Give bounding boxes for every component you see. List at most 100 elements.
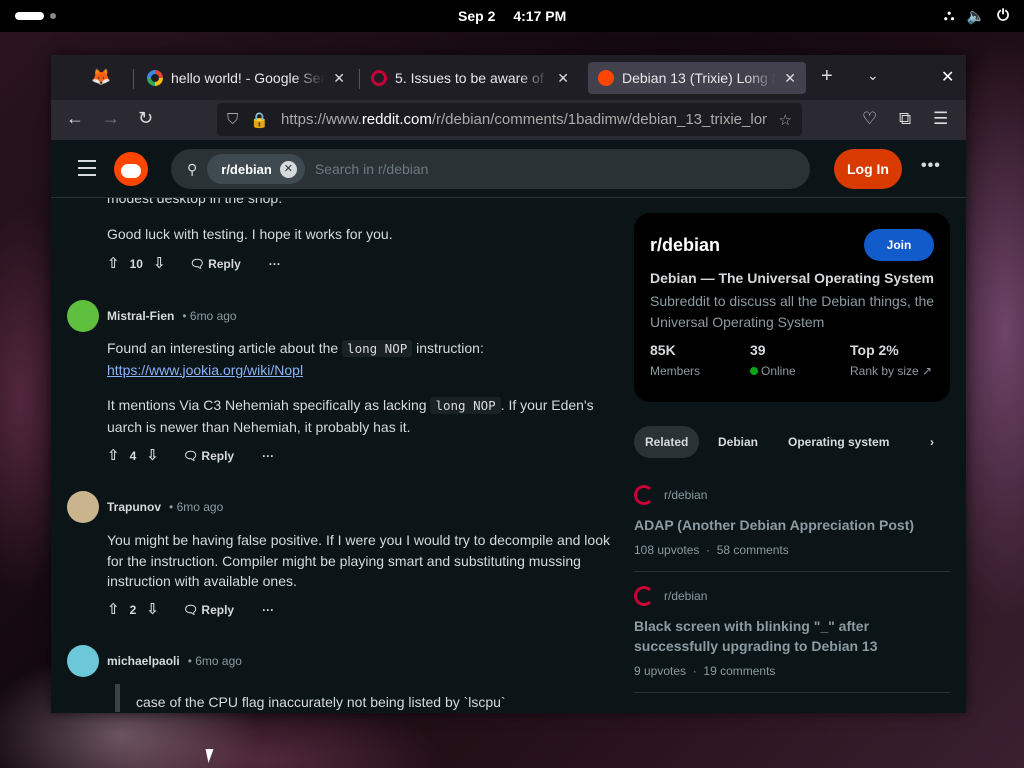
reload-icon[interactable]: ↻ bbox=[138, 108, 153, 129]
extensions-icon[interactable]: ⧉ bbox=[899, 109, 911, 129]
more-icon[interactable]: ··· bbox=[262, 600, 274, 621]
volume-icon: 🔈 bbox=[966, 8, 986, 25]
more-icon[interactable]: ··· bbox=[262, 446, 274, 467]
tab-reddit-active[interactable]: Debian 13 (Trixie) Long NOP ✕ bbox=[588, 62, 806, 94]
url-text[interactable]: https://www.reddit.com/r/debian/comments… bbox=[281, 111, 767, 128]
tab-title: 5. Issues to be aware of for Debian 13 bbox=[395, 70, 549, 86]
vote-count: 10 bbox=[129, 257, 143, 271]
url-bar[interactable]: ⛉ 🔒 https://www.reddit.com/r/debian/comm… bbox=[217, 103, 802, 136]
search-icon: ⚲ bbox=[187, 160, 198, 177]
author-name[interactable]: Trapunov bbox=[107, 497, 161, 518]
app-menu-icon[interactable]: ☰ bbox=[933, 109, 948, 129]
lock-icon[interactable]: 🔒 bbox=[250, 111, 269, 129]
downvote-icon[interactable]: ⇩ bbox=[146, 446, 159, 467]
debian-icon bbox=[634, 485, 654, 505]
community-description: Subreddit to discuss all the Debian thin… bbox=[650, 293, 935, 330]
network-icon: ⛬ bbox=[943, 7, 955, 24]
comment-text: It mentions Via C3 Nehemiah specifically… bbox=[107, 397, 594, 435]
vote-count: 2 bbox=[129, 603, 137, 617]
tab-google[interactable]: hello world! - Google Search ✕ bbox=[137, 62, 355, 94]
post-meta: 108 upvotes · 58 comments bbox=[634, 543, 789, 557]
upvote-icon[interactable]: ⇧ bbox=[107, 254, 120, 275]
clear-chip-icon[interactable]: ✕ bbox=[279, 160, 297, 178]
subreddit-chip[interactable]: r/debian ✕ bbox=[207, 154, 305, 184]
close-tab-icon[interactable]: ✕ bbox=[784, 70, 796, 87]
rank-stat: Top 2% Rank by size ↗ bbox=[850, 342, 933, 378]
vote-count: 4 bbox=[129, 449, 137, 463]
tab-operating-system[interactable]: Operating system bbox=[788, 426, 889, 458]
time-label: 4:17 PM bbox=[513, 8, 567, 24]
tab-debian-issues[interactable]: 5. Issues to be aware of for Debian 13 ✕ bbox=[361, 62, 579, 94]
window-close-icon[interactable]: ✕ bbox=[941, 67, 954, 87]
firefox-window: 🦊 hello world! - Google Search ✕ 5. Issu… bbox=[51, 55, 966, 713]
bookmark-star-icon[interactable]: ☆ bbox=[779, 111, 792, 129]
external-link-icon[interactable]: ↗ bbox=[922, 364, 932, 378]
members-stat: 85K Members bbox=[650, 342, 701, 378]
comment-text: Found an interesting article about the l… bbox=[107, 340, 484, 378]
reply-button[interactable]: 🗨 Reply bbox=[183, 600, 234, 621]
forward-icon[interactable]: → bbox=[102, 108, 120, 129]
reply-button[interactable]: 🗨 Reply bbox=[183, 446, 234, 467]
upvote-icon[interactable]: ⇧ bbox=[107, 446, 120, 467]
chevron-right-icon[interactable]: › bbox=[930, 426, 934, 458]
debian-icon bbox=[634, 586, 654, 606]
tab-debian[interactable]: Debian bbox=[718, 426, 758, 458]
more-icon[interactable]: ··· bbox=[269, 254, 281, 275]
tab-related[interactable]: Related bbox=[634, 426, 700, 458]
login-button[interactable]: Log In bbox=[834, 149, 902, 189]
avatar[interactable] bbox=[67, 491, 99, 523]
post-title[interactable]: ADAP (Another Debian Appreciation Post) bbox=[634, 515, 950, 535]
debian-icon bbox=[371, 70, 387, 86]
tab-strip: 🦊 hello world! - Google Search ✕ 5. Issu… bbox=[51, 55, 966, 100]
workspace-dot[interactable] bbox=[50, 13, 56, 19]
comment-author: Trapunov • 6mo ago bbox=[67, 491, 223, 523]
downvote-icon[interactable]: ⇩ bbox=[146, 600, 159, 621]
divider bbox=[634, 692, 950, 693]
firefox-view-icon[interactable]: 🦊 bbox=[91, 67, 111, 87]
pocket-icon[interactable]: ♡ bbox=[862, 109, 877, 129]
comments-area: modest desktop in the shop. Good luck wi… bbox=[51, 198, 631, 713]
related-post[interactable]: r/debian ADAP (Another Debian Appreciati… bbox=[634, 485, 950, 557]
shield-icon[interactable]: ⛉ bbox=[227, 111, 238, 128]
author-name[interactable]: Mistral-Fien bbox=[107, 306, 174, 327]
downvote-icon[interactable]: ⇩ bbox=[153, 254, 166, 275]
comment-text: Good luck with testing. I hope it works … bbox=[107, 226, 393, 242]
join-button[interactable]: Join bbox=[864, 229, 934, 261]
reddit-logo[interactable] bbox=[114, 152, 148, 186]
comment-icon: 🗨 bbox=[189, 257, 205, 271]
comment-link[interactable]: https://www.jookia.org/wiki/Nopl bbox=[107, 362, 303, 378]
search-input[interactable]: Search in r/debian bbox=[315, 161, 429, 177]
post-meta: 9 upvotes · 19 comments bbox=[634, 664, 776, 678]
comment-actions: ⇧ 4 ⇩ 🗨 Reply ··· bbox=[107, 446, 274, 467]
comment-text-partial: modest desktop in the shop. bbox=[107, 198, 283, 206]
tab-title: Debian 13 (Trixie) Long NOP bbox=[622, 70, 776, 86]
quote-bar bbox=[115, 684, 120, 712]
list-tabs-icon[interactable]: ⌄ bbox=[867, 67, 879, 84]
close-tab-icon[interactable]: ✕ bbox=[333, 70, 345, 87]
new-tab-icon[interactable]: + bbox=[821, 65, 833, 88]
comment-actions: ⇧ 2 ⇩ 🗨 Reply ··· bbox=[107, 600, 274, 621]
community-name[interactable]: r/debian bbox=[650, 235, 720, 256]
more-options-icon[interactable]: ••• bbox=[921, 157, 941, 175]
post-title[interactable]: Black screen with blinking "_" after suc… bbox=[634, 616, 950, 656]
activities-indicator[interactable] bbox=[15, 12, 44, 20]
comment-icon: 🗨 bbox=[182, 603, 199, 617]
system-tray[interactable]: ⛬ 🔈 ⏻ bbox=[944, 7, 1009, 25]
search-bar[interactable]: ⚲ r/debian ✕ Search in r/debian bbox=[171, 149, 810, 189]
community-title: Debian — The Universal Operating System bbox=[650, 270, 934, 286]
avatar[interactable] bbox=[67, 300, 99, 332]
online-stat: 39 Online bbox=[750, 342, 796, 378]
tab-separator bbox=[133, 69, 134, 89]
clock[interactable]: Sep 2 4:17 PM bbox=[458, 8, 566, 24]
comment-icon: 🗨 bbox=[182, 449, 199, 463]
author-name[interactable]: michaelpaoli bbox=[107, 651, 180, 672]
avatar[interactable] bbox=[67, 645, 99, 677]
reddit-header: ⚲ r/debian ✕ Search in r/debian Log In •… bbox=[51, 140, 966, 198]
back-icon[interactable]: ← bbox=[66, 108, 84, 129]
close-tab-icon[interactable]: ✕ bbox=[557, 70, 569, 87]
related-post[interactable]: r/debian Black screen with blinking "_" … bbox=[634, 586, 950, 678]
power-icon: ⏻ bbox=[997, 7, 1009, 24]
reply-button[interactable]: 🗨 Reply bbox=[190, 254, 241, 275]
upvote-icon[interactable]: ⇧ bbox=[107, 600, 120, 621]
menu-icon[interactable] bbox=[78, 160, 96, 181]
